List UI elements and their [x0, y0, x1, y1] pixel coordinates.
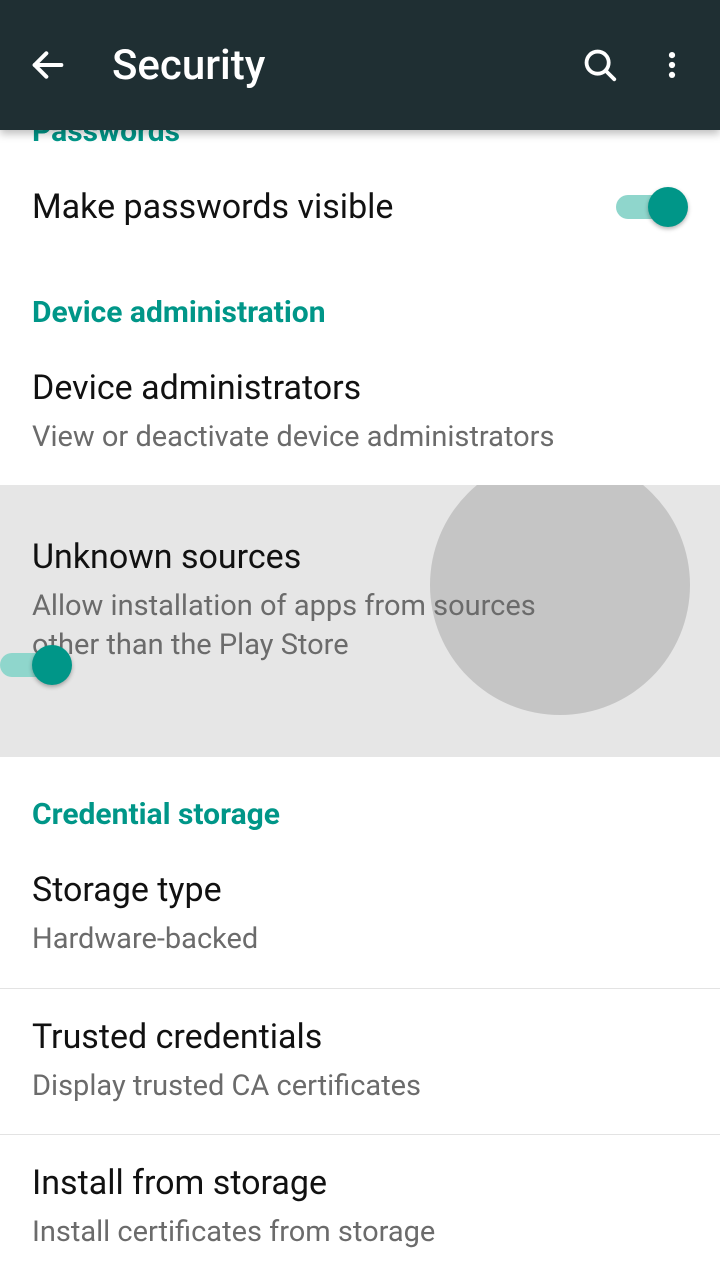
app-bar: Security [0, 0, 720, 130]
row-subtitle: Install certificates from storage [32, 1213, 572, 1252]
row-make-passwords-visible[interactable]: Make passwords visible [0, 159, 720, 255]
row-install-from-storage[interactable]: Install from storage Install certificate… [0, 1135, 720, 1280]
back-button[interactable] [24, 41, 72, 89]
toggle-thumb [32, 645, 72, 685]
row-subtitle: View or deactivate device administrators [32, 418, 572, 457]
section-header-device-admin: Device administration [0, 255, 720, 340]
row-subtitle: Display trusted CA certificates [32, 1067, 572, 1106]
row-title: Make passwords visible [32, 187, 552, 227]
toggle-unknown-sources[interactable] [0, 645, 72, 685]
row-storage-type[interactable]: Storage type Hardware-backed [0, 842, 720, 987]
row-device-administrators[interactable]: Device administrators View or deactivate… [0, 340, 720, 485]
row-title: Device administrators [32, 368, 688, 408]
row-unknown-sources[interactable]: Unknown sources Allow installation of ap… [0, 485, 720, 757]
search-icon [581, 46, 619, 84]
row-title: Storage type [32, 870, 688, 910]
toggle-make-passwords-visible[interactable] [616, 187, 688, 227]
row-title: Trusted credentials [32, 1017, 688, 1057]
row-subtitle: Hardware-backed [32, 920, 572, 959]
arrow-back-icon [28, 45, 68, 85]
row-title: Install from storage [32, 1163, 688, 1203]
search-button[interactable] [576, 41, 624, 89]
toggle-thumb [648, 187, 688, 227]
page-title: Security [112, 41, 552, 90]
row-trusted-credentials[interactable]: Trusted credentials Display trusted CA c… [0, 989, 720, 1134]
more-vert-icon [655, 48, 689, 82]
section-header-credential-storage: Credential storage [0, 757, 720, 842]
settings-list: Passwords Make passwords visible Device … [0, 114, 720, 1280]
overflow-menu-button[interactable] [648, 41, 696, 89]
row-subtitle: Allow installation of apps from sources … [32, 587, 572, 665]
row-title: Unknown sources [32, 537, 552, 577]
